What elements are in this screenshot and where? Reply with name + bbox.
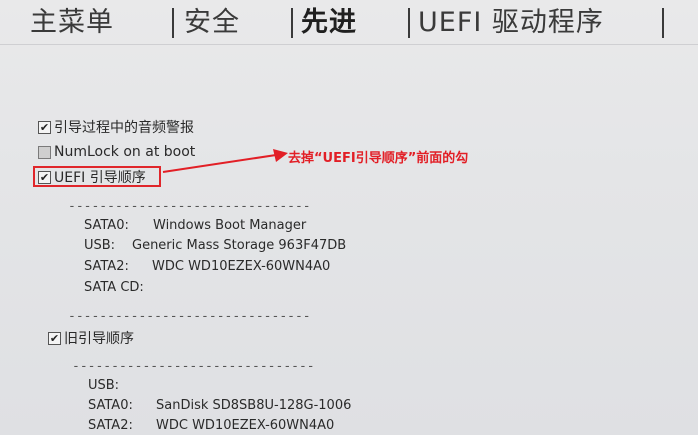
device-key: SATA2: xyxy=(84,259,129,274)
uefi-device-row[interactable]: USB: Generic Mass Storage 963F47DB xyxy=(84,238,346,253)
option-label: 旧引导顺序 xyxy=(64,331,134,347)
device-value: SanDisk SD8SB8U-128G-1006 xyxy=(156,398,352,413)
legacy-device-row[interactable]: USB: xyxy=(88,378,119,393)
device-key: USB: xyxy=(84,238,116,253)
separator-line: ------------------------------- xyxy=(72,359,315,374)
uefi-device-row[interactable]: SATA0: Windows Boot Manager xyxy=(84,218,306,233)
uefi-device-row[interactable]: SATA2: WDC WD10EZEX-60WN4A0 xyxy=(84,259,330,274)
device-key: SATA2: xyxy=(88,418,133,433)
separator-line: ------------------------------- xyxy=(68,199,311,214)
device-key: SATA CD: xyxy=(84,280,144,295)
device-key: SATA0: xyxy=(84,218,129,233)
device-value: WDC WD10EZEX-60WN4A0 xyxy=(156,418,335,433)
device-key: SATA0: xyxy=(88,398,133,413)
legacy-device-row[interactable]: SATA2: WDC WD10EZEX-60WN4A0 xyxy=(88,418,334,433)
device-value: Generic Mass Storage 963F47DB xyxy=(132,238,347,253)
checkbox-legacy-boot-order[interactable]: ✔ xyxy=(48,331,61,345)
device-key: USB: xyxy=(88,378,120,393)
option-legacy-boot-order[interactable]: ✔ 旧引导顺序 xyxy=(48,328,134,348)
uefi-device-row[interactable]: SATA CD: xyxy=(84,280,144,295)
separator-line: ------------------------------- xyxy=(68,309,311,324)
legacy-device-row[interactable]: SATA0: SanDisk SD8SB8U-128G-1006 xyxy=(88,398,351,413)
device-value: WDC WD10EZEX-60WN4A0 xyxy=(152,259,331,274)
annotation-text: 去掉“UEFI引导顺序”前面的勾 xyxy=(288,151,469,166)
device-value: Windows Boot Manager xyxy=(153,218,307,233)
